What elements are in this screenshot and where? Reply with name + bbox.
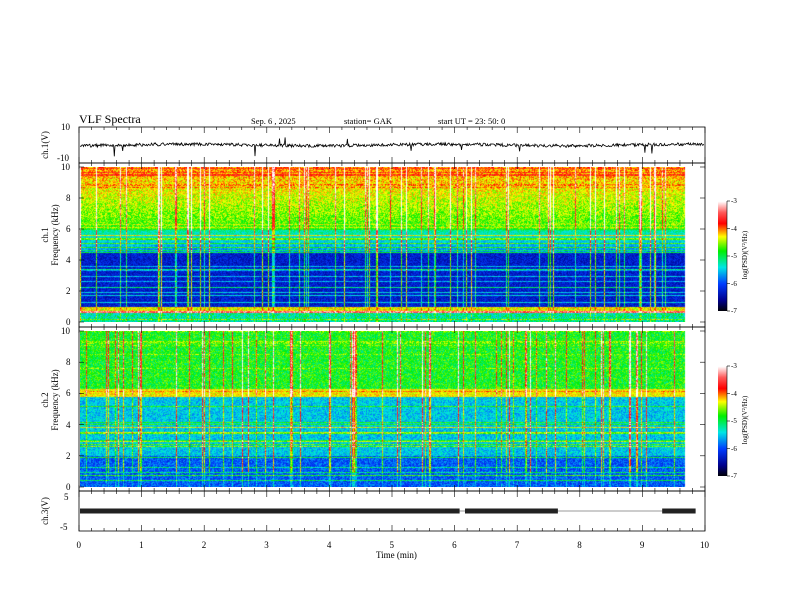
colorbar-tick-label: -4 — [731, 224, 737, 233]
colorbar-tick-label: -6 — [731, 279, 737, 288]
ytick: 10 — [61, 162, 70, 172]
colorbar-tick-label: -3 — [731, 362, 737, 370]
ch1-spectrogram-ylabel: ch.1 Frequency (kHz) — [40, 185, 60, 285]
x-tick-label: 2 — [201, 540, 207, 550]
ytick: 4 — [66, 419, 71, 430]
ytick: 2 — [66, 450, 71, 461]
x-tick-label: 5 — [389, 540, 395, 550]
ytick: 0 — [66, 482, 71, 492]
ch3-signal-segment — [464, 508, 558, 514]
ytick: -5 — [60, 522, 68, 532]
ch3-signal-segment — [80, 508, 460, 514]
colorbar-tick-label: -3 — [731, 197, 737, 205]
x-tick-label: 4 — [326, 540, 332, 550]
ch1-waveform-ylabel: ch.1(V) — [40, 131, 50, 159]
x-tick-label: 9 — [639, 540, 645, 550]
ch3-waveform-ylabel: ch.3(V) — [40, 497, 50, 525]
x-tick-label: 1 — [139, 540, 144, 550]
ytick: 10 — [61, 326, 70, 336]
x-tick-label: 8 — [577, 540, 582, 550]
x-tick-label: 3 — [264, 540, 269, 550]
colorbar-tick-label: -6 — [731, 444, 737, 453]
ytick: 8 — [66, 357, 71, 368]
x-tick-label: 0 — [76, 540, 82, 550]
vlf-spectra-figure: VLF Spectra Sep. 6 , 2025 station= GAK s… — [0, 0, 792, 612]
x-axis-label: Time (min) — [376, 550, 417, 560]
ytick: 2 — [66, 286, 71, 296]
colorbar-tick-label: -7 — [731, 307, 737, 315]
colorbar-tick-label: -5 — [731, 252, 737, 260]
x-tick-label: 6 — [452, 540, 457, 550]
ytick: 6 — [66, 224, 71, 234]
ch1-colorbar-label: log(PSD)(V²/Hz) — [741, 230, 749, 280]
ylabel-line: ch.2 — [40, 392, 50, 408]
ytick: 10 — [61, 122, 70, 132]
ch2-spectrogram-ylabel: ch.2 Frequency (kHz) — [40, 350, 60, 450]
ytick: 6 — [66, 388, 71, 399]
colorbar-tick-label: -5 — [731, 417, 737, 425]
colorbar-tick-label: -7 — [731, 472, 737, 480]
ytick: 5 — [64, 492, 69, 502]
panel-frame — [78, 162, 706, 328]
ylabel-line: Frequency (kHz) — [50, 204, 60, 266]
panel-frame — [78, 326, 706, 492]
x-tick-label: 7 — [514, 540, 520, 550]
ch1-waveform-trace — [79, 137, 705, 157]
ylabel-line: ch.1 — [40, 227, 50, 243]
ch3-signal-segment — [662, 508, 696, 514]
colorbar-tick-label: -4 — [731, 389, 737, 398]
axes-layer — [78, 126, 730, 532]
ch2-colorbar-label: log(PSD)(V²/Hz) — [741, 395, 749, 445]
ylabel-line: Frequency (kHz) — [50, 369, 60, 431]
ytick: 4 — [66, 255, 71, 265]
ytick: 8 — [66, 193, 71, 203]
x-tick-label: 10 — [700, 540, 709, 550]
